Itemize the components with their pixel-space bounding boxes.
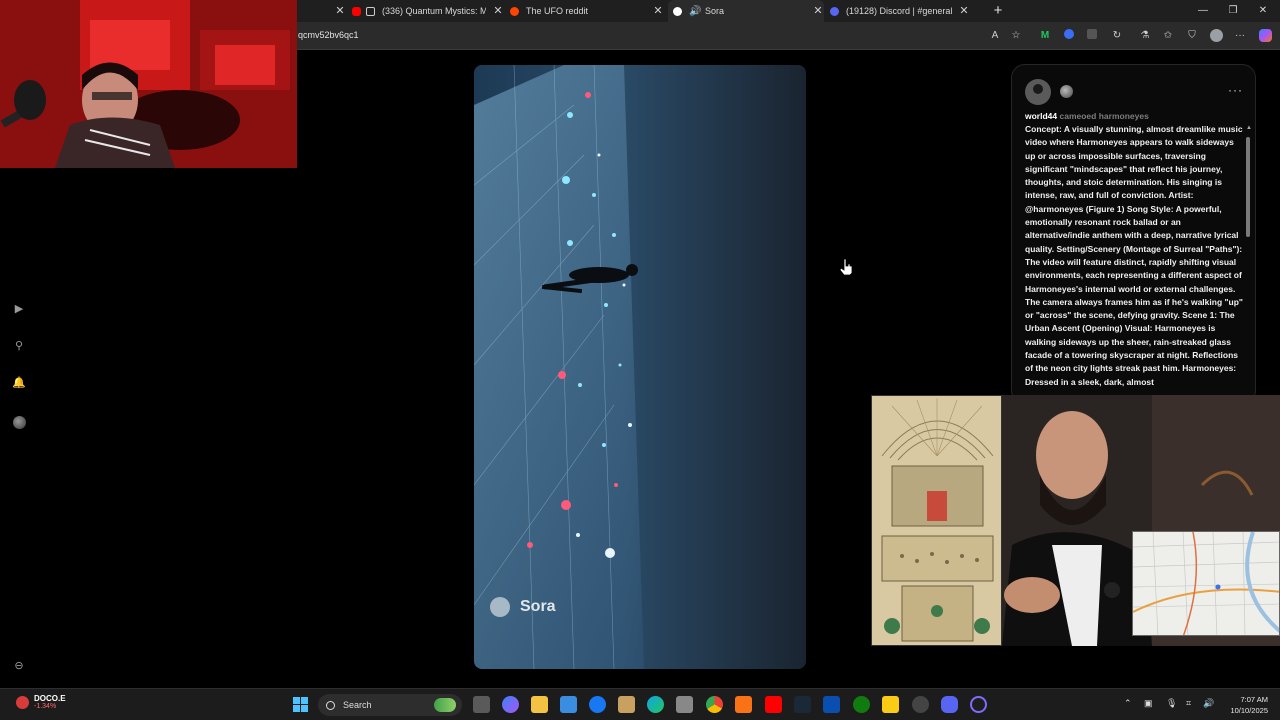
profile-icon[interactable] (1209, 29, 1223, 43)
task-view-icon[interactable] (473, 696, 490, 713)
hand-cursor-icon (839, 258, 853, 276)
steam-icon[interactable] (794, 696, 811, 713)
extension-circle-icon[interactable] (1062, 29, 1076, 43)
post-meta: world44 cameoed harmoneyes (1025, 111, 1149, 121)
screen: ✕ (336) Quantum Mystics: Mo ✕ The UFO re… (0, 0, 1280, 720)
volume-icon[interactable]: 🔊 (1203, 698, 1214, 709)
chrome-icon[interactable] (706, 696, 723, 713)
sora-icon (673, 6, 682, 16)
favorite-star-icon[interactable]: ☆ (1009, 29, 1023, 43)
file-explorer-icon[interactable] (531, 696, 548, 713)
reddit-icon (510, 6, 519, 16)
obs-icon[interactable] (970, 696, 987, 713)
tab-2[interactable]: The UFO reddit ✕ (510, 0, 664, 22)
store-icon[interactable] (560, 696, 577, 713)
copilot-app-icon[interactable] (502, 696, 519, 713)
facebook-icon[interactable] (589, 696, 606, 713)
video-frame (474, 65, 806, 669)
stock-name: DOCO.E (34, 694, 66, 703)
close-tab-icon[interactable]: ✕ (652, 4, 664, 18)
scroll-up-arrow-icon[interactable]: ▲ (1246, 125, 1252, 131)
stock-trend-icon (16, 696, 29, 709)
edge-icon[interactable] (647, 696, 664, 713)
tab-label: The UFO reddit (526, 6, 589, 16)
shield-icon[interactable]: ⛉ (1185, 29, 1199, 43)
tab-4[interactable]: (19128) Discord | #general | H3 ✕ (830, 0, 970, 22)
city-map-inset (1132, 531, 1280, 636)
xbox-icon[interactable] (853, 696, 870, 713)
extension-s-icon[interactable] (1085, 29, 1099, 43)
tray-overflow-icon[interactable]: ⌃ (1124, 698, 1132, 709)
avatar-icon[interactable] (11, 416, 27, 432)
url-text[interactable]: qcmv52bv6qc1 (298, 30, 359, 40)
start-button[interactable] (293, 697, 309, 713)
github-icon[interactable] (912, 696, 929, 713)
stock-change: -1.34% (34, 703, 57, 710)
bell-icon[interactable]: 🔔 (11, 375, 27, 391)
extension-m-icon[interactable]: M (1038, 29, 1052, 43)
youtube-icon (352, 6, 361, 16)
discord-icon (830, 6, 839, 16)
search-highlight-icon (434, 698, 456, 712)
search-icon[interactable]: ⚲ (11, 338, 27, 354)
network-icon[interactable]: ⌗ (1186, 698, 1191, 709)
cameo-text: cameoed harmoneyes (1059, 111, 1149, 121)
clock-time: 7:07 AM (1240, 695, 1268, 704)
cast-icon (366, 6, 375, 16)
calculator-icon[interactable] (676, 696, 693, 713)
close-tab-icon[interactable]: ✕ (492, 4, 504, 18)
youtube-app-icon[interactable] (765, 696, 782, 713)
stock-widget[interactable]: DOCO.E -1.34% (16, 694, 66, 710)
search-label: Search (343, 700, 372, 710)
close-tab-icon[interactable]: ✕ (812, 4, 824, 18)
watermark-label: Sora (520, 598, 556, 615)
search-icon (326, 700, 335, 710)
refresh-ext-icon[interactable]: ↻ (1110, 29, 1124, 43)
speaker-icon: 🔊 (689, 5, 702, 17)
author-avatar[interactable] (1025, 79, 1051, 105)
amazon-icon[interactable] (618, 696, 635, 713)
tab-label: (19128) Discord | #general | H3 (846, 6, 954, 16)
close-window-button[interactable]: ✕ (1252, 3, 1274, 19)
battle-net-icon[interactable] (823, 696, 840, 713)
more-options-button[interactable]: ··· (1228, 83, 1243, 97)
collections-icon[interactable]: ✩ (1161, 29, 1175, 43)
vlc-icon[interactable] (735, 696, 752, 713)
settings-icon[interactable]: ⊖ (11, 658, 27, 674)
post-description: Concept: A visually stunning, almost dre… (1025, 124, 1243, 387)
restore-button[interactable]: ❐ (1222, 3, 1244, 19)
read-aloud-icon[interactable]: A (988, 29, 1002, 43)
video-player[interactable]: Sora (474, 65, 806, 669)
minimize-button[interactable]: — (1192, 3, 1214, 19)
new-tab-button[interactable]: + (990, 2, 1006, 20)
clock-date: 10/10/2025 (1230, 706, 1268, 715)
taskbar-search[interactable]: Search (318, 694, 462, 716)
sticky-notes-icon[interactable] (882, 696, 899, 713)
cameo-avatar[interactable] (1060, 85, 1073, 98)
close-tab-icon[interactable]: ✕ (958, 4, 970, 18)
post-details-panel: ··· world44 cameoed harmoneyes Concept: … (1011, 64, 1256, 404)
close-tab-icon[interactable]: ✕ (334, 4, 346, 18)
scrollbar-thumb[interactable] (1246, 137, 1250, 237)
taskbar: DOCO.E -1.34% Search ⌃ ▣ 🎙 ⌗ 🔊 7:07 AM 1… (0, 688, 1280, 720)
sora-watermark: Sora (490, 597, 556, 617)
author-username[interactable]: world44 (1025, 111, 1057, 121)
tab-label: Sora (705, 6, 725, 16)
menu-icon[interactable]: ··· (1233, 29, 1247, 43)
tab-3-active[interactable]: 🔊 Sora ✕ (668, 0, 824, 22)
tab-1[interactable]: (336) Quantum Mystics: Mo ✕ (352, 0, 504, 22)
extensions-icon[interactable]: ⚗ (1138, 29, 1152, 43)
tab-label: (336) Quantum Mystics: Mo (382, 6, 486, 16)
sora-logo-icon (490, 597, 510, 617)
copilot-icon[interactable] (1258, 29, 1272, 43)
streamer-webcam (0, 0, 297, 168)
play-icon[interactable]: ▶ (11, 301, 27, 317)
discord-app-icon[interactable] (941, 696, 958, 713)
microphone-icon[interactable]: 🎙 (1166, 698, 1177, 709)
system-clock[interactable]: 7:07 AM 10/10/2025 (1222, 694, 1268, 716)
ornate-painting-image (871, 395, 1002, 646)
tab-0[interactable]: ✕ (298, 0, 346, 22)
tray-app-icon[interactable]: ▣ (1144, 698, 1153, 709)
